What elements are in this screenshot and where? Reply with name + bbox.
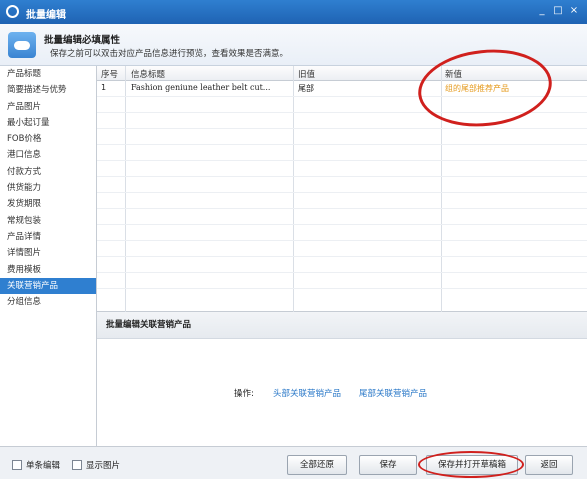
header-title: 批量编辑必填属性 (44, 35, 121, 46)
sidebar-item-fee-template[interactable]: 费用模板 (0, 262, 96, 278)
row-divider (97, 240, 587, 241)
column-header-title[interactable]: 信息标题 (131, 68, 165, 80)
bulk-edit-title: 批量编辑关联营销产品 (97, 312, 587, 339)
close-icon[interactable]: × (567, 4, 581, 18)
header-subtitle: 保存之前可以双击对应产品信息进行预览，查看效果是否满意。 (50, 49, 289, 59)
column-divider (125, 66, 126, 312)
sidebar-item-product-details[interactable]: 产品详情 (0, 229, 96, 245)
sidebar-item-min-order[interactable]: 最小起订量 (0, 115, 96, 131)
sidebar-item-packaging[interactable]: 常规包装 (0, 213, 96, 229)
show-images-label: 显示图片 (86, 461, 121, 471)
app-icon (6, 5, 19, 18)
sidebar-item-product-title[interactable]: 产品标题 (0, 66, 96, 82)
single-edit-label: 单条编辑 (26, 461, 61, 471)
sidebar-item-related-marketing[interactable]: 关联营销产品 (0, 277, 96, 295)
row-divider (97, 160, 587, 161)
column-header-old[interactable]: 旧值 (298, 68, 315, 80)
maximize-icon[interactable]: □ (551, 4, 565, 18)
sidebar-item-supply-ability[interactable]: 供货能力 (0, 180, 96, 196)
sidebar-item-fob-price[interactable]: FOB价格 (0, 131, 96, 147)
table-cell-index[interactable]: 1 (101, 83, 106, 92)
back-button[interactable]: 返回 (525, 455, 573, 475)
row-divider (97, 128, 587, 129)
sidebar-item-delivery-time[interactable]: 发货期限 (0, 196, 96, 212)
row-divider (97, 288, 587, 289)
row-divider (97, 192, 587, 193)
window-title: 批量编辑 (26, 10, 66, 21)
attribute-sidebar: 产品标题 简要描述与优势 产品图片 最小起订量 FOB价格 港口信息 付款方式 … (0, 66, 97, 446)
sidebar-item-payment[interactable]: 付款方式 (0, 164, 96, 180)
tail-related-products-link[interactable]: 尾部关联营销产品 (359, 387, 427, 399)
save-button[interactable]: 保存 (359, 455, 417, 475)
annotation-circle (418, 451, 524, 478)
table-cell-title[interactable]: Fashion geniune leather belt cut... (131, 83, 270, 92)
restore-all-button[interactable]: 全部还原 (287, 455, 347, 475)
minimize-icon[interactable]: _ (535, 4, 549, 18)
column-divider (293, 66, 294, 312)
sidebar-item-detail-images[interactable]: 详情图片 (0, 245, 96, 261)
row-divider (97, 272, 587, 273)
bulk-edit-panel: 批量编辑关联营销产品 操作: 头部关联营销产品 尾部关联营销产品 (97, 312, 587, 446)
title-bar: 批量编辑 _ □ × (0, 0, 587, 24)
row-divider (97, 256, 587, 257)
row-divider (97, 176, 587, 177)
row-divider (97, 224, 587, 225)
column-header-index[interactable]: 序号 (101, 68, 118, 80)
single-edit-checkbox[interactable] (12, 460, 22, 470)
sidebar-item-product-images[interactable]: 产品图片 (0, 99, 96, 115)
cloud-icon (8, 32, 36, 58)
row-divider (97, 208, 587, 209)
table-cell-old-value[interactable]: 尾部 (298, 83, 314, 94)
sidebar-item-port-info[interactable]: 港口信息 (0, 147, 96, 163)
sidebar-item-group-info[interactable]: 分组信息 (0, 294, 96, 310)
head-related-products-link[interactable]: 头部关联营销产品 (273, 387, 341, 399)
show-images-checkbox[interactable] (72, 460, 82, 470)
operation-label: 操作: (234, 389, 254, 399)
sidebar-item-brief-description[interactable]: 简要描述与优势 (0, 82, 96, 98)
row-divider (97, 144, 587, 145)
